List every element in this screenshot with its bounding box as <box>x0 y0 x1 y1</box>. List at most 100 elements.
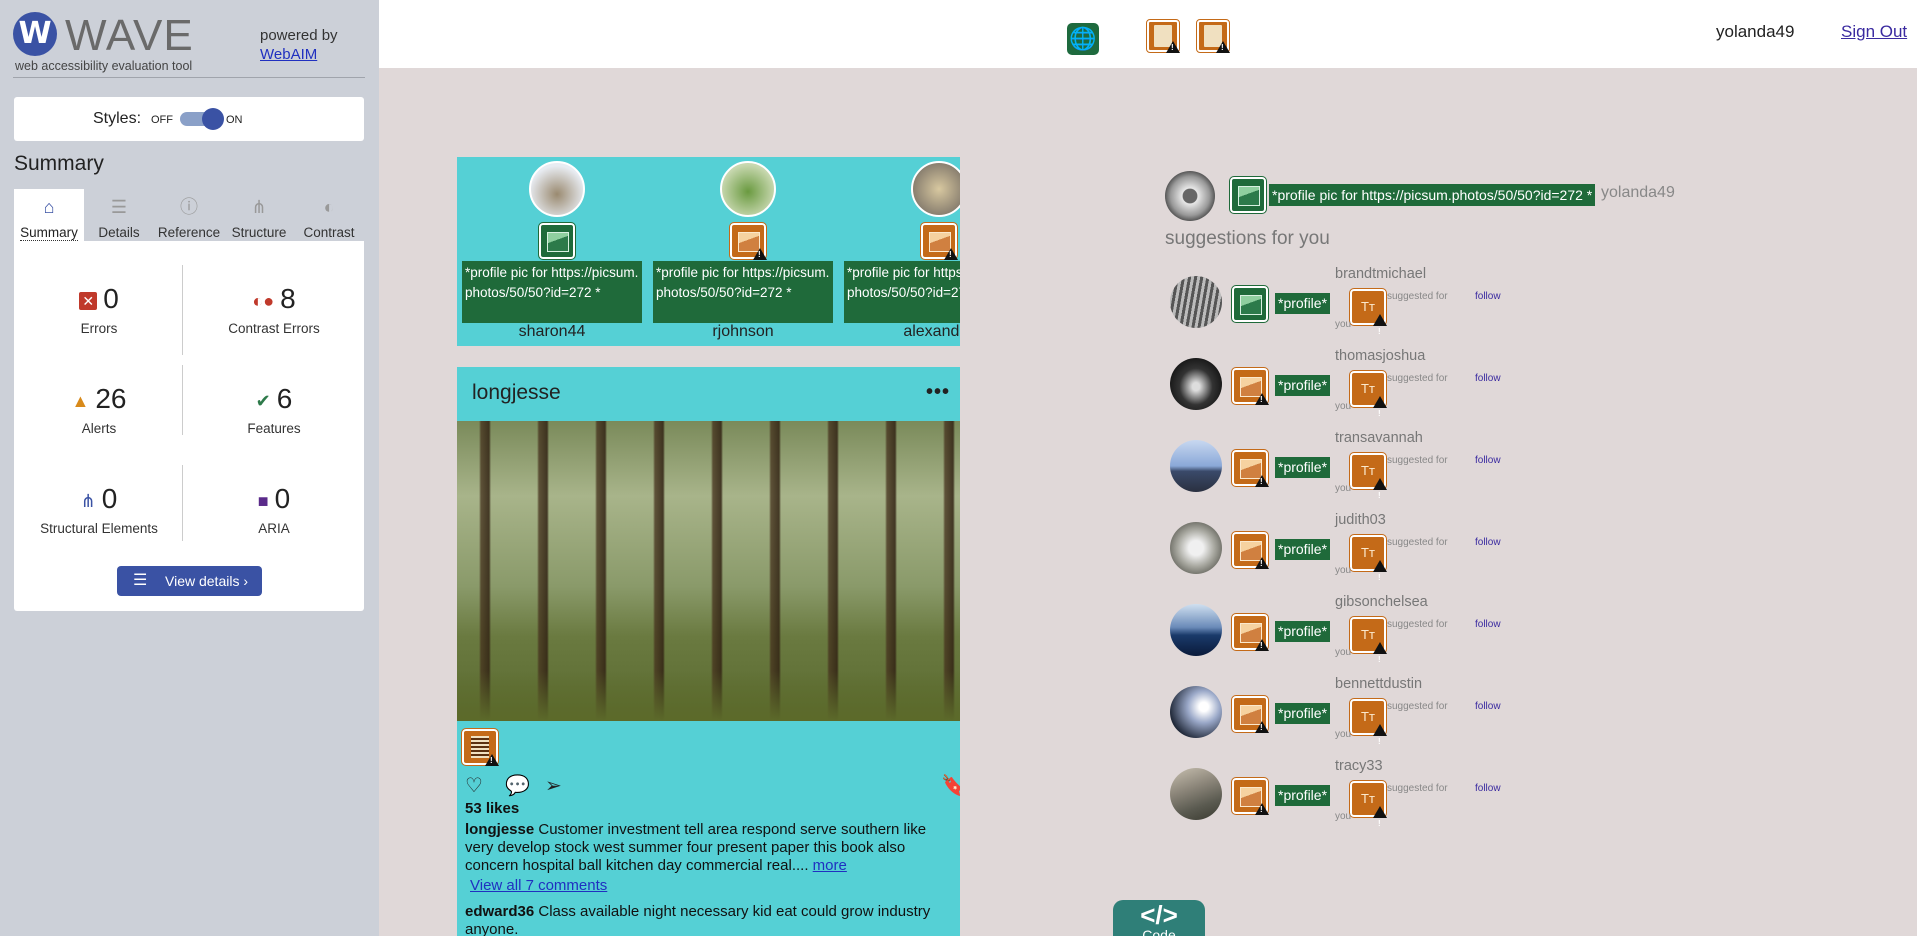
follow-button[interactable]: follow <box>1475 783 1501 794</box>
story-avatar[interactable] <box>911 161 960 217</box>
caption-more-link[interactable]: more <box>813 857 847 874</box>
post-photo[interactable] <box>457 421 960 721</box>
text-alert-icon[interactable]: Tт <box>1349 452 1387 512</box>
suggestion-username[interactable]: tracy33 <box>1335 758 1383 774</box>
image-feature-icon[interactable] <box>1231 285 1269 323</box>
tab-summary[interactable]: ⌂ Summary <box>14 189 84 241</box>
tab-contrast[interactable]: ◐ Contrast <box>294 189 364 241</box>
story-avatar[interactable] <box>529 161 585 217</box>
share-send-icon[interactable]: ➢ <box>545 773 562 798</box>
text-alert-icon[interactable]: Tт <box>1349 534 1387 594</box>
code-toggle-button[interactable]: </> Code <box>1113 900 1205 936</box>
document-alert-icon[interactable] <box>461 728 499 766</box>
story-item[interactable]: *profile pic for https://picsum.photos/5… <box>457 157 642 346</box>
sign-out-link[interactable]: Sign Out <box>1841 22 1907 42</box>
suggestions-heading: suggestions for you <box>1165 228 1330 249</box>
story-avatar[interactable] <box>720 161 776 217</box>
suggestion-username[interactable]: bennettdustin <box>1335 676 1422 692</box>
tab-reference[interactable]: ⓘ Reference <box>154 189 224 241</box>
more-options-icon[interactable]: ••• <box>926 381 950 404</box>
story-username[interactable]: alexandr <box>839 323 960 341</box>
suggestion-avatar[interactable] <box>1170 522 1222 574</box>
story-username[interactable]: rjohnson <box>648 323 838 341</box>
suggestion-username[interactable]: transavannah <box>1335 430 1423 446</box>
suggestion-username[interactable]: judith03 <box>1335 512 1386 528</box>
story-item[interactable]: *profile pic for https://picsum.photos/5… <box>648 157 833 346</box>
text-alert-icon[interactable]: Tт <box>1349 698 1387 758</box>
suggestion-row: *profile* gibsonchelsea Tт suggested for… <box>1165 594 1565 676</box>
suggestion-username[interactable]: gibsonchelsea <box>1335 594 1428 610</box>
stat-features[interactable]: ✔ 6 Features <box>189 383 359 436</box>
tab-reference-label: Reference <box>157 225 221 240</box>
tab-summary-label: Summary <box>20 225 78 241</box>
suggestion-avatar[interactable] <box>1170 604 1222 656</box>
stat-alerts[interactable]: ▲ 26 Alerts <box>14 383 184 436</box>
follow-button[interactable]: follow <box>1475 537 1501 548</box>
text-alert-icon[interactable]: Tт <box>1349 288 1387 348</box>
stat-contrast-errors[interactable]: ◐● 8 Contrast Errors <box>189 283 359 336</box>
tab-details[interactable]: ☰ Details <box>84 189 154 241</box>
comment-bubble-icon[interactable]: 💬 <box>505 773 530 798</box>
image-feature-icon[interactable] <box>538 222 576 260</box>
text-icon-glyph: Tт <box>1361 381 1375 396</box>
current-user-avatar[interactable] <box>1165 171 1215 221</box>
powered-by: powered by WebAIM <box>260 26 338 64</box>
suggestion-avatar[interactable] <box>1170 768 1222 820</box>
document-alert-icon[interactable] <box>1146 19 1180 53</box>
wave-logo-icon[interactable]: W <box>13 12 57 56</box>
image-alert-icon[interactable] <box>1231 777 1269 815</box>
suggestion-avatar[interactable] <box>1170 358 1222 410</box>
info-icon: ⓘ <box>180 197 198 217</box>
suggestion-avatar[interactable] <box>1170 440 1222 492</box>
image-feature-icon[interactable] <box>1229 176 1267 214</box>
post-caption: longjesse Customer investment tell area … <box>465 821 955 875</box>
image-alert-icon[interactable] <box>1231 531 1269 569</box>
follow-button[interactable]: follow <box>1475 619 1501 630</box>
current-user-name[interactable]: yolanda49 <box>1601 184 1675 202</box>
bookmark-icon[interactable]: 🔖 <box>941 773 960 798</box>
tab-structure[interactable]: ⋔ Structure <box>224 189 294 241</box>
stat-aria[interactable]: ■ 0 ARIA <box>189 483 359 536</box>
follow-button[interactable]: follow <box>1475 455 1501 466</box>
contrast-icon: ◐ <box>323 197 335 217</box>
toggle-knob[interactable] <box>202 108 224 130</box>
story-item[interactable]: *profile pic for https://picsum.photos/5… <box>839 157 960 346</box>
suggestion-username[interactable]: brandtmichael <box>1335 266 1426 282</box>
globe-icon[interactable]: 🌐 <box>1067 23 1099 55</box>
post-card: longjesse ••• ♡ 💬 ➢ 🔖 53 likes longjesse… <box>457 367 960 936</box>
like-heart-icon[interactable]: ♡ <box>465 773 483 798</box>
suggestion-username[interactable]: thomasjoshua <box>1335 348 1425 364</box>
text-alert-icon[interactable]: Tт <box>1349 616 1387 676</box>
follow-button[interactable]: follow <box>1475 701 1501 712</box>
hierarchy-icon: ⋔ <box>251 197 267 217</box>
suggestion-avatar[interactable] <box>1170 686 1222 738</box>
image-alert-icon[interactable] <box>1231 367 1269 405</box>
stat-structural[interactable]: ⋔ 0 Structural Elements <box>14 483 184 536</box>
follow-button[interactable]: follow <box>1475 291 1501 302</box>
alerts-label: Alerts <box>81 421 117 436</box>
webaim-link[interactable]: WebAIM <box>260 45 338 64</box>
comment-username[interactable]: edward36 <box>465 903 534 920</box>
story-username[interactable]: sharon44 <box>457 323 647 341</box>
suggestion-avatar[interactable] <box>1170 276 1222 328</box>
suggested-for-label: suggested for <box>1387 455 1448 466</box>
image-alert-icon[interactable] <box>729 222 767 260</box>
image-alert-icon[interactable] <box>1231 695 1269 733</box>
alt-text-label: *profile* <box>1275 539 1331 560</box>
wave-tabs: ⌂ Summary ☰ Details ⓘ Reference ⋔ Struct… <box>14 189 364 241</box>
text-alert-icon[interactable]: Tт <box>1349 370 1387 430</box>
view-all-comments-link[interactable]: View all 7 comments <box>470 877 607 894</box>
image-alert-icon[interactable] <box>1196 19 1230 53</box>
post-username[interactable]: longjesse <box>472 381 561 405</box>
styles-toggle[interactable] <box>180 108 224 130</box>
caption-username[interactable]: longjesse <box>465 821 534 838</box>
image-alert-icon[interactable] <box>1231 449 1269 487</box>
follow-button[interactable]: follow <box>1475 373 1501 384</box>
image-alert-icon[interactable] <box>1231 613 1269 651</box>
structural-label: Structural Elements <box>40 521 158 536</box>
stat-errors[interactable]: ✕ 0 Errors <box>14 283 184 336</box>
view-details-button[interactable]: ☰ View details › <box>117 566 262 596</box>
image-alert-icon[interactable] <box>920 222 958 260</box>
contrast-error-icon: ◐● <box>252 290 275 311</box>
text-alert-icon[interactable]: Tт <box>1349 780 1387 840</box>
